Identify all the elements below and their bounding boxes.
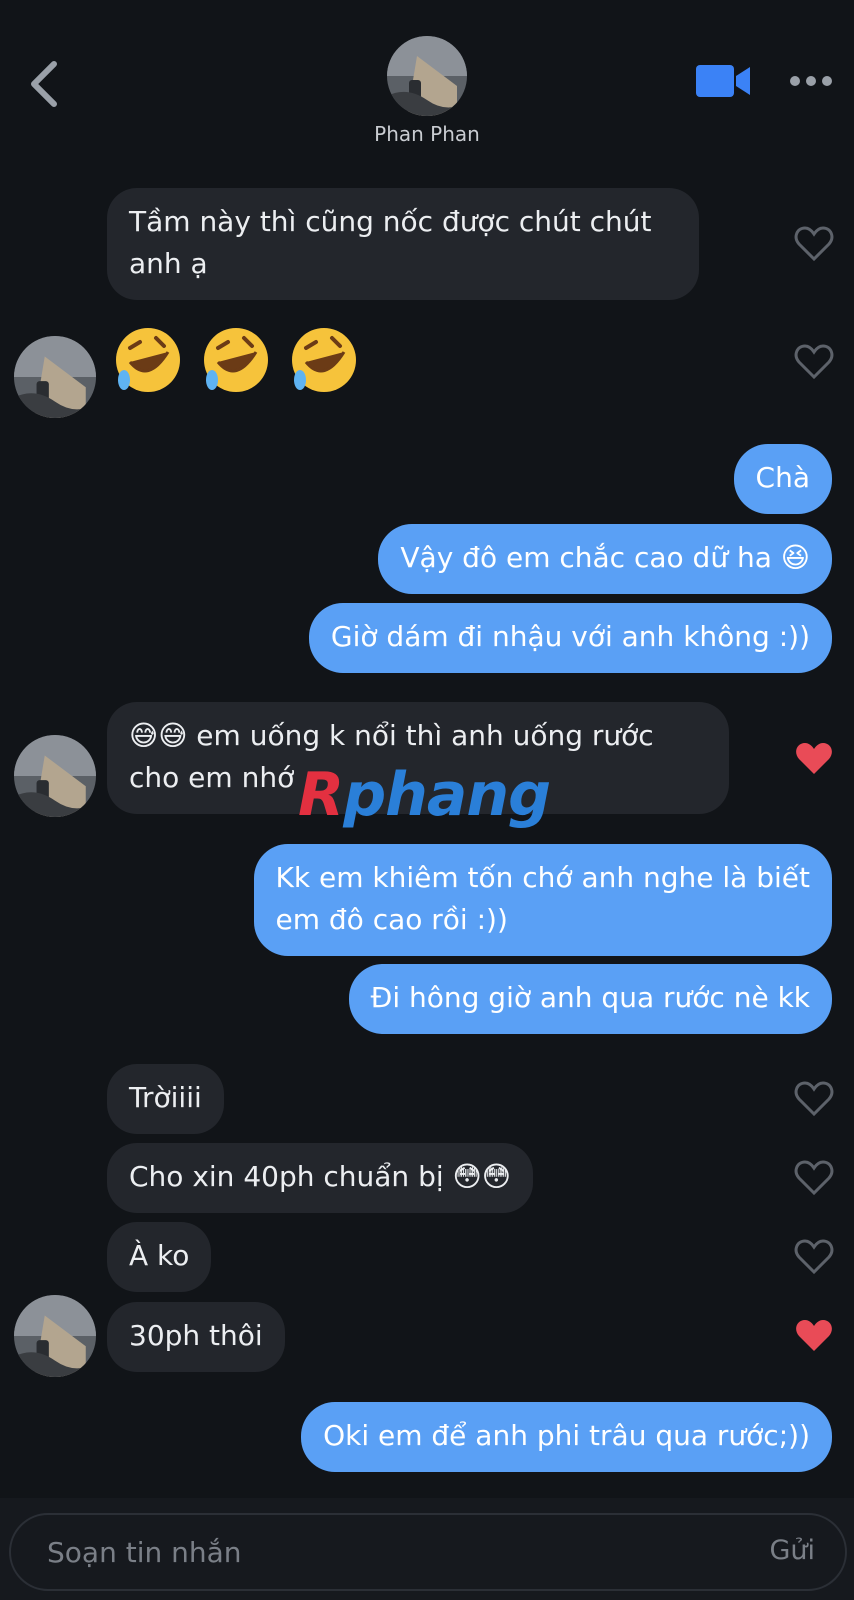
message-text: Oki em để anh phi trâu qua rước;)) — [323, 1419, 810, 1452]
message-outgoing[interactable]: Đi hông giờ anh qua rước nè kk — [348, 964, 832, 1034]
message-text: Chà — [755, 461, 810, 494]
heart-outline-icon[interactable] — [794, 344, 834, 380]
message-composer: Gửi — [9, 1513, 847, 1591]
chevron-left-icon — [31, 61, 57, 107]
message-input[interactable] — [47, 1515, 727, 1589]
message-incoming[interactable]: 30ph thôi — [107, 1302, 285, 1372]
flushed-emoji-icon: 😳😳 — [452, 1160, 511, 1193]
message-text: 30ph thôi — [129, 1319, 263, 1352]
message-text: Giờ dám đi nhậu với anh không :)) — [330, 620, 810, 653]
heart-outline-icon[interactable] — [794, 1239, 834, 1275]
message-text: anh ạ — [129, 247, 208, 280]
message-incoming[interactable]: Tầm này thì cũng nốc được chút chút anh … — [107, 188, 699, 300]
rofl-emoji-icon — [292, 328, 356, 392]
message-outgoing[interactable]: Giờ dám đi nhậu với anh không :)) — [308, 603, 832, 673]
message-outgoing[interactable]: Chà — [733, 444, 832, 514]
heart-filled-icon[interactable] — [794, 741, 834, 777]
more-horizontal-icon — [790, 76, 832, 86]
send-button[interactable]: Gửi — [769, 1535, 815, 1566]
message-text: em đô cao rồi :)) — [275, 903, 508, 936]
rofl-emoji-icon — [116, 328, 180, 392]
message-incoming[interactable]: À ko — [107, 1222, 212, 1292]
rofl-emoji-icon — [204, 328, 268, 392]
message-text: Vậy đô em chắc cao dữ ha — [400, 541, 772, 574]
contact-avatar[interactable] — [387, 36, 467, 116]
emoji-message[interactable] — [110, 322, 362, 402]
contact-avatar[interactable] — [14, 1295, 96, 1377]
message-outgoing[interactable]: Vậy đô em chắc cao dữ ha 😆 — [378, 524, 832, 594]
contact-name: Phan Phan — [374, 122, 480, 146]
message-text: Trờiiii — [129, 1081, 202, 1114]
more-options-button[interactable] — [788, 66, 834, 96]
message-text: Kk em khiêm tốn chớ anh nghe là biết — [275, 861, 811, 894]
laughing-emoji-icon: 😆 — [780, 541, 810, 574]
back-button[interactable] — [26, 56, 66, 112]
contact-avatar[interactable] — [14, 735, 96, 817]
message-outgoing[interactable]: Kk em khiêm tốn chớ anh nghe là biết em … — [253, 844, 832, 956]
message-text: À ko — [129, 1239, 190, 1272]
message-incoming[interactable]: Trờiiii — [107, 1064, 224, 1134]
heart-outline-icon[interactable] — [794, 226, 834, 262]
message-text: Đi hông giờ anh qua rước nè kk — [370, 981, 810, 1014]
sweat-smile-emoji-icon: 😅😅 — [129, 719, 188, 752]
heart-filled-icon[interactable] — [794, 1318, 834, 1354]
heart-outline-icon[interactable] — [794, 1160, 834, 1196]
contact-avatar[interactable] — [14, 336, 96, 418]
message-text: Cho xin 40ph chuẩn bị — [129, 1160, 444, 1193]
video-camera-icon — [696, 65, 750, 97]
heart-outline-icon[interactable] — [794, 1081, 834, 1117]
video-call-button[interactable] — [696, 62, 752, 100]
message-text: em uống k nổi thì anh uống rước — [196, 719, 654, 752]
message-incoming[interactable]: Cho xin 40ph chuẩn bị 😳😳 — [107, 1143, 533, 1213]
message-text: Tầm này thì cũng nốc được chút chút — [129, 205, 652, 238]
watermark-logo: Rphang — [298, 760, 551, 830]
message-outgoing[interactable]: Oki em để anh phi trâu qua rước;)) — [301, 1402, 832, 1472]
